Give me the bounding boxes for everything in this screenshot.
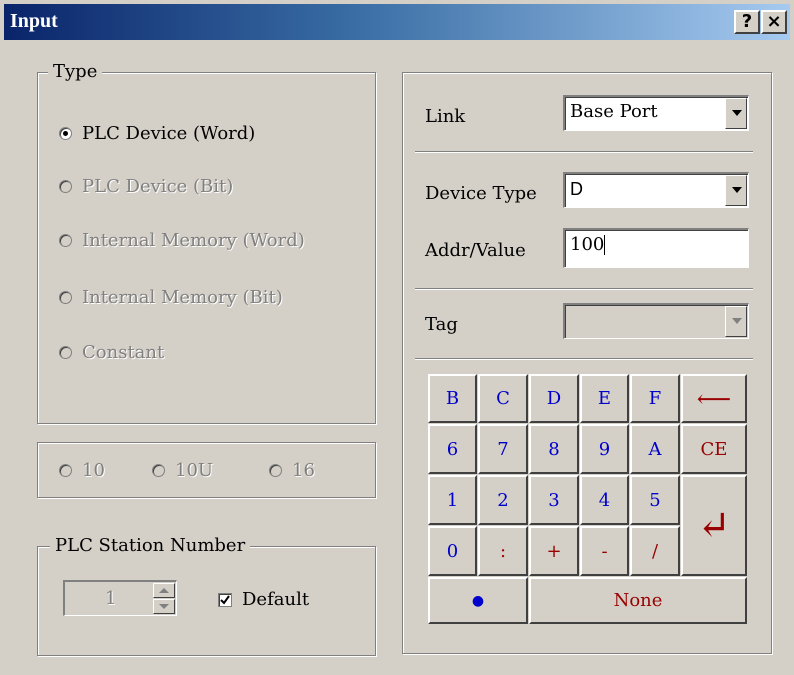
chevron-down-icon [732, 318, 742, 324]
radio-label: 16 [292, 460, 315, 481]
key-3[interactable]: 3 [529, 475, 579, 525]
addr-value-text: 100 [570, 234, 605, 255]
radio-internal-memory-word[interactable]: Internal Memory (Word) [59, 230, 305, 251]
addr-value-input[interactable]: 100 [563, 228, 749, 268]
key-7[interactable]: 7 [478, 424, 528, 474]
default-checkbox[interactable]: Default [218, 589, 309, 610]
enter-key[interactable]: ↵ [681, 475, 747, 576]
radio-label: Internal Memory (Word) [82, 230, 305, 251]
device-type-dropdown[interactable]: D [563, 172, 749, 208]
radio-internal-memory-bit[interactable]: Internal Memory (Bit) [59, 287, 283, 308]
radio-button-icon [59, 464, 72, 477]
dot-key[interactable]: ● [428, 577, 528, 624]
tag-dropdown-button[interactable] [725, 306, 747, 337]
radio-plc-device-word[interactable]: PLC Device (Word) [59, 123, 255, 144]
key-0[interactable]: 0 [428, 526, 477, 576]
link-value: Base Port [570, 101, 658, 122]
checkbox-icon [218, 592, 232, 607]
key-colon[interactable]: : [478, 526, 528, 576]
radio-label: 10 [82, 460, 105, 481]
tag-dropdown[interactable] [563, 303, 749, 339]
key-8[interactable]: 8 [529, 424, 579, 474]
radio-radix-10[interactable]: 10 [59, 460, 105, 481]
key-plus[interactable]: + [529, 526, 579, 576]
radio-plc-device-bit[interactable]: PLC Device (Bit) [59, 176, 233, 197]
station-number-value: 1 [105, 588, 117, 609]
radio-button-icon [59, 180, 72, 193]
none-key[interactable]: None [529, 577, 747, 624]
radio-radix-16[interactable]: 16 [269, 460, 315, 481]
divider [415, 288, 753, 290]
tag-label: Tag [425, 314, 458, 335]
help-button[interactable]: ? [734, 10, 760, 34]
spin-down-button[interactable] [153, 599, 175, 614]
title-bar[interactable]: Input ? × [4, 4, 790, 40]
key-4[interactable]: 4 [580, 475, 629, 525]
key-e[interactable]: E [580, 374, 629, 423]
spin-up-arrow-icon [159, 588, 169, 593]
radio-label: PLC Device (Bit) [82, 176, 234, 197]
key-6[interactable]: 6 [428, 424, 477, 474]
link-dropdown-button[interactable] [725, 98, 747, 129]
key-slash[interactable]: / [630, 526, 680, 576]
text-cursor [604, 235, 606, 255]
radio-label: Constant [82, 342, 165, 363]
link-label: Link [425, 106, 466, 127]
addr-value-label: Addr/Value [425, 240, 526, 261]
close-button[interactable]: × [761, 10, 787, 34]
device-type-value: D [570, 179, 583, 199]
key-1[interactable]: 1 [428, 475, 477, 525]
type-group-label: Type [48, 61, 103, 82]
radio-button-icon [59, 291, 72, 304]
key-2[interactable]: 2 [478, 475, 528, 525]
key-c[interactable]: C [478, 374, 528, 423]
key-b[interactable]: B [428, 374, 477, 423]
spin-down-arrow-icon [159, 604, 169, 609]
device-type-label: Device Type [425, 183, 537, 204]
divider [415, 151, 753, 153]
key-5[interactable]: 5 [630, 475, 680, 525]
radio-button-icon [59, 234, 72, 247]
radio-label: Internal Memory (Bit) [82, 287, 283, 308]
radio-label: PLC Device (Word) [82, 123, 256, 144]
input-dialog: Input ? × Type PLC Device (Word) PLC Dev… [0, 0, 794, 675]
divider [415, 358, 753, 360]
station-group-label: PLC Station Number [50, 535, 251, 556]
radio-constant[interactable]: Constant [59, 342, 164, 363]
key-9[interactable]: 9 [580, 424, 629, 474]
radio-button-icon [59, 346, 72, 359]
station-number-spinner[interactable]: 1 [63, 580, 177, 616]
key-a[interactable]: A [630, 424, 680, 474]
radio-button-icon [59, 127, 72, 140]
chevron-down-icon [732, 110, 742, 116]
backspace-key[interactable]: ⟵ [681, 374, 747, 423]
spin-up-button[interactable] [153, 583, 175, 598]
key-d[interactable]: D [529, 374, 579, 423]
radio-label: 10U [175, 460, 214, 481]
device-type-dropdown-button[interactable] [725, 175, 747, 206]
clear-entry-key[interactable]: CE [681, 424, 747, 474]
radio-button-icon [269, 464, 282, 477]
window-title: Input [10, 10, 58, 32]
key-minus[interactable]: - [580, 526, 629, 576]
default-checkbox-label: Default [242, 589, 310, 610]
key-f[interactable]: F [630, 374, 680, 423]
radio-radix-10u[interactable]: 10U [152, 460, 213, 481]
link-dropdown[interactable]: Base Port [563, 95, 749, 131]
radio-button-icon [152, 464, 165, 477]
chevron-down-icon [732, 187, 742, 193]
